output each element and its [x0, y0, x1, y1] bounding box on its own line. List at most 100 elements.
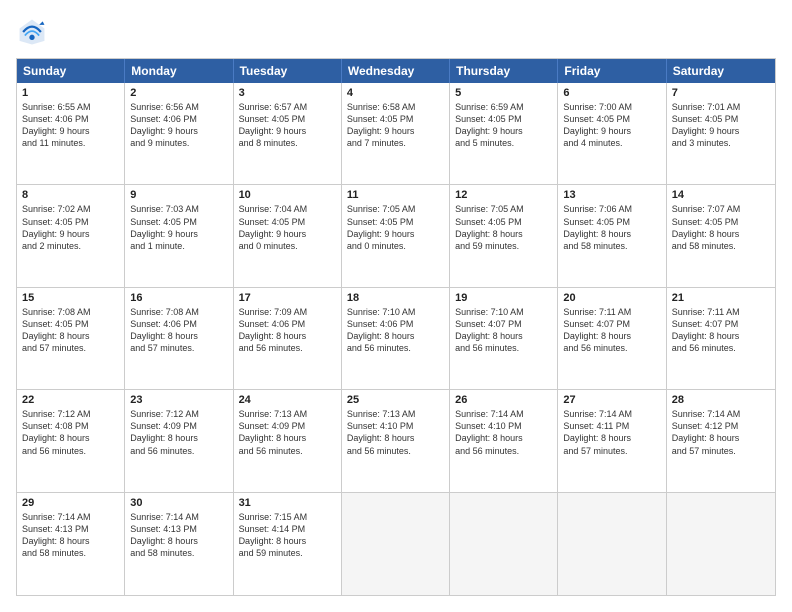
calendar-cell	[667, 493, 775, 595]
calendar-cell: 3 Sunrise: 6:57 AMSunset: 4:05 PMDaylight…	[234, 83, 342, 184]
cell-info: Sunrise: 7:02 AMSunset: 4:05 PMDaylight:…	[22, 203, 119, 252]
cell-info: Sunrise: 7:12 AMSunset: 4:08 PMDaylight:…	[22, 408, 119, 457]
calendar-cell: 2 Sunrise: 6:56 AMSunset: 4:06 PMDaylight…	[125, 83, 233, 184]
calendar-cell: 5 Sunrise: 6:59 AMSunset: 4:05 PMDaylight…	[450, 83, 558, 184]
calendar-cell: 7Sunrise: 7:01 AMSunset: 4:05 PMDaylight…	[667, 83, 775, 184]
day-number: 20	[563, 292, 660, 304]
calendar-cell: 17Sunrise: 7:09 AMSunset: 4:06 PMDayligh…	[234, 288, 342, 389]
day-number: 21	[672, 292, 770, 304]
cell-info: Sunrise: 7:05 AMSunset: 4:05 PMDaylight:…	[455, 203, 552, 252]
cell-info: Sunrise: 7:00 AMSunset: 4:05 PMDaylight:…	[563, 101, 660, 150]
cell-info: Sunrise: 7:13 AMSunset: 4:09 PMDaylight:…	[239, 408, 336, 457]
day-header-monday: Monday	[125, 59, 233, 83]
calendar-cell: 13 Sunrise: 7:06 AMSunset: 4:05 PMDayligh…	[558, 185, 666, 286]
day-number: 26	[455, 394, 552, 406]
cell-info: Sunrise: 7:08 AMSunset: 4:05 PMDaylight:…	[22, 306, 119, 355]
calendar-cell: 26Sunrise: 7:14 AMSunset: 4:10 PMDayligh…	[450, 390, 558, 491]
cell-info: Sunrise: 7:12 AMSunset: 4:09 PMDaylight:…	[130, 408, 227, 457]
day-number: 24	[239, 394, 336, 406]
day-number: 30	[130, 497, 227, 509]
calendar-cell: 30 Sunrise: 7:14 AMSunset: 4:13 PMDayligh…	[125, 493, 233, 595]
calendar-cell: 19 Sunrise: 7:10 AMSunset: 4:07 PMDayligh…	[450, 288, 558, 389]
cell-info: Sunrise: 7:03 AMSunset: 4:05 PMDaylight:…	[130, 203, 227, 252]
calendar-cell: 14 Sunrise: 7:07 AMSunset: 4:05 PMDayligh…	[667, 185, 775, 286]
calendar-cell: 25Sunrise: 7:13 AMSunset: 4:10 PMDayligh…	[342, 390, 450, 491]
day-number: 16	[130, 292, 227, 304]
day-number: 23	[130, 394, 227, 406]
calendar-body: 1Sunrise: 6:55 AMSunset: 4:06 PMDaylight…	[17, 83, 775, 595]
day-header-thursday: Thursday	[450, 59, 558, 83]
calendar-cell: 9Sunrise: 7:03 AMSunset: 4:05 PMDaylight…	[125, 185, 233, 286]
calendar-cell: 10Sunrise: 7:04 AMSunset: 4:05 PMDayligh…	[234, 185, 342, 286]
calendar-row-4: 22 Sunrise: 7:12 AMSunset: 4:08 PMDayligh…	[17, 390, 775, 492]
cell-info: Sunrise: 7:05 AMSunset: 4:05 PMDaylight:…	[347, 203, 444, 252]
day-number: 14	[672, 189, 770, 201]
cell-info: Sunrise: 7:09 AMSunset: 4:06 PMDaylight:…	[239, 306, 336, 355]
day-number: 31	[239, 497, 336, 509]
cell-info: Sunrise: 7:11 AMSunset: 4:07 PMDaylight:…	[672, 306, 770, 355]
day-number: 11	[347, 189, 444, 201]
cell-info: Sunrise: 7:14 AMSunset: 4:12 PMDaylight:…	[672, 408, 770, 457]
calendar-cell: 31 Sunrise: 7:15 AMSunset: 4:14 PMDayligh…	[234, 493, 342, 595]
cell-info: Sunrise: 7:14 AMSunset: 4:13 PMDaylight:…	[22, 511, 119, 560]
calendar-page: SundayMondayTuesdayWednesdayThursdayFrid…	[0, 0, 792, 612]
cell-info: Sunrise: 7:11 AMSunset: 4:07 PMDaylight:…	[563, 306, 660, 355]
calendar-cell	[450, 493, 558, 595]
cell-info: Sunrise: 6:57 AMSunset: 4:05 PMDaylight:…	[239, 101, 336, 150]
day-number: 13	[563, 189, 660, 201]
day-header-saturday: Saturday	[667, 59, 775, 83]
day-number: 3	[239, 87, 336, 99]
cell-info: Sunrise: 7:06 AMSunset: 4:05 PMDaylight:…	[563, 203, 660, 252]
cell-info: Sunrise: 7:04 AMSunset: 4:05 PMDaylight:…	[239, 203, 336, 252]
day-number: 27	[563, 394, 660, 406]
cell-info: Sunrise: 7:14 AMSunset: 4:11 PMDaylight:…	[563, 408, 660, 457]
calendar-cell: 27 Sunrise: 7:14 AMSunset: 4:11 PMDayligh…	[558, 390, 666, 491]
day-number: 5	[455, 87, 552, 99]
calendar-cell: 29 Sunrise: 7:14 AMSunset: 4:13 PMDayligh…	[17, 493, 125, 595]
day-number: 22	[22, 394, 119, 406]
day-number: 19	[455, 292, 552, 304]
calendar-cell: 12 Sunrise: 7:05 AMSunset: 4:05 PMDayligh…	[450, 185, 558, 286]
calendar-cell	[558, 493, 666, 595]
calendar-cell: 21 Sunrise: 7:11 AMSunset: 4:07 PMDayligh…	[667, 288, 775, 389]
cell-info: Sunrise: 7:14 AMSunset: 4:13 PMDaylight:…	[130, 511, 227, 560]
calendar-cell: 18Sunrise: 7:10 AMSunset: 4:06 PMDayligh…	[342, 288, 450, 389]
calendar-header-row: SundayMondayTuesdayWednesdayThursdayFrid…	[17, 59, 775, 83]
calendar-cell: 11 Sunrise: 7:05 AMSunset: 4:05 PMDayligh…	[342, 185, 450, 286]
calendar-row-2: 8Sunrise: 7:02 AMSunset: 4:05 PMDaylight…	[17, 185, 775, 287]
cell-info: Sunrise: 6:56 AMSunset: 4:06 PMDaylight:…	[130, 101, 227, 150]
cell-info: Sunrise: 7:15 AMSunset: 4:14 PMDaylight:…	[239, 511, 336, 560]
cell-info: Sunrise: 6:59 AMSunset: 4:05 PMDaylight:…	[455, 101, 552, 150]
day-header-tuesday: Tuesday	[234, 59, 342, 83]
cell-info: Sunrise: 7:07 AMSunset: 4:05 PMDaylight:…	[672, 203, 770, 252]
calendar-cell: 15 Sunrise: 7:08 AMSunset: 4:05 PMDayligh…	[17, 288, 125, 389]
day-number: 12	[455, 189, 552, 201]
calendar-cell: 6Sunrise: 7:00 AMSunset: 4:05 PMDaylight…	[558, 83, 666, 184]
calendar-cell: 20 Sunrise: 7:11 AMSunset: 4:07 PMDayligh…	[558, 288, 666, 389]
day-header-wednesday: Wednesday	[342, 59, 450, 83]
calendar-cell: 16 Sunrise: 7:08 AMSunset: 4:06 PMDayligh…	[125, 288, 233, 389]
calendar-cell: 8Sunrise: 7:02 AMSunset: 4:05 PMDaylight…	[17, 185, 125, 286]
cell-info: Sunrise: 7:08 AMSunset: 4:06 PMDaylight:…	[130, 306, 227, 355]
day-header-friday: Friday	[558, 59, 666, 83]
day-number: 18	[347, 292, 444, 304]
logo-icon	[16, 16, 48, 48]
day-number: 15	[22, 292, 119, 304]
cell-info: Sunrise: 6:58 AMSunset: 4:05 PMDaylight:…	[347, 101, 444, 150]
cell-info: Sunrise: 7:10 AMSunset: 4:07 PMDaylight:…	[455, 306, 552, 355]
day-number: 4	[347, 87, 444, 99]
day-number: 2	[130, 87, 227, 99]
day-number: 28	[672, 394, 770, 406]
calendar-cell: 23 Sunrise: 7:12 AMSunset: 4:09 PMDayligh…	[125, 390, 233, 491]
cell-info: Sunrise: 7:01 AMSunset: 4:05 PMDaylight:…	[672, 101, 770, 150]
logo	[16, 16, 52, 48]
calendar-cell: 1Sunrise: 6:55 AMSunset: 4:06 PMDaylight…	[17, 83, 125, 184]
header	[16, 16, 776, 48]
calendar: SundayMondayTuesdayWednesdayThursdayFrid…	[16, 58, 776, 596]
calendar-row-5: 29 Sunrise: 7:14 AMSunset: 4:13 PMDayligh…	[17, 493, 775, 595]
calendar-cell: 28 Sunrise: 7:14 AMSunset: 4:12 PMDayligh…	[667, 390, 775, 491]
cell-info: Sunrise: 7:13 AMSunset: 4:10 PMDaylight:…	[347, 408, 444, 457]
calendar-cell: 4 Sunrise: 6:58 AMSunset: 4:05 PMDaylight…	[342, 83, 450, 184]
day-number: 29	[22, 497, 119, 509]
calendar-row-1: 1Sunrise: 6:55 AMSunset: 4:06 PMDaylight…	[17, 83, 775, 185]
